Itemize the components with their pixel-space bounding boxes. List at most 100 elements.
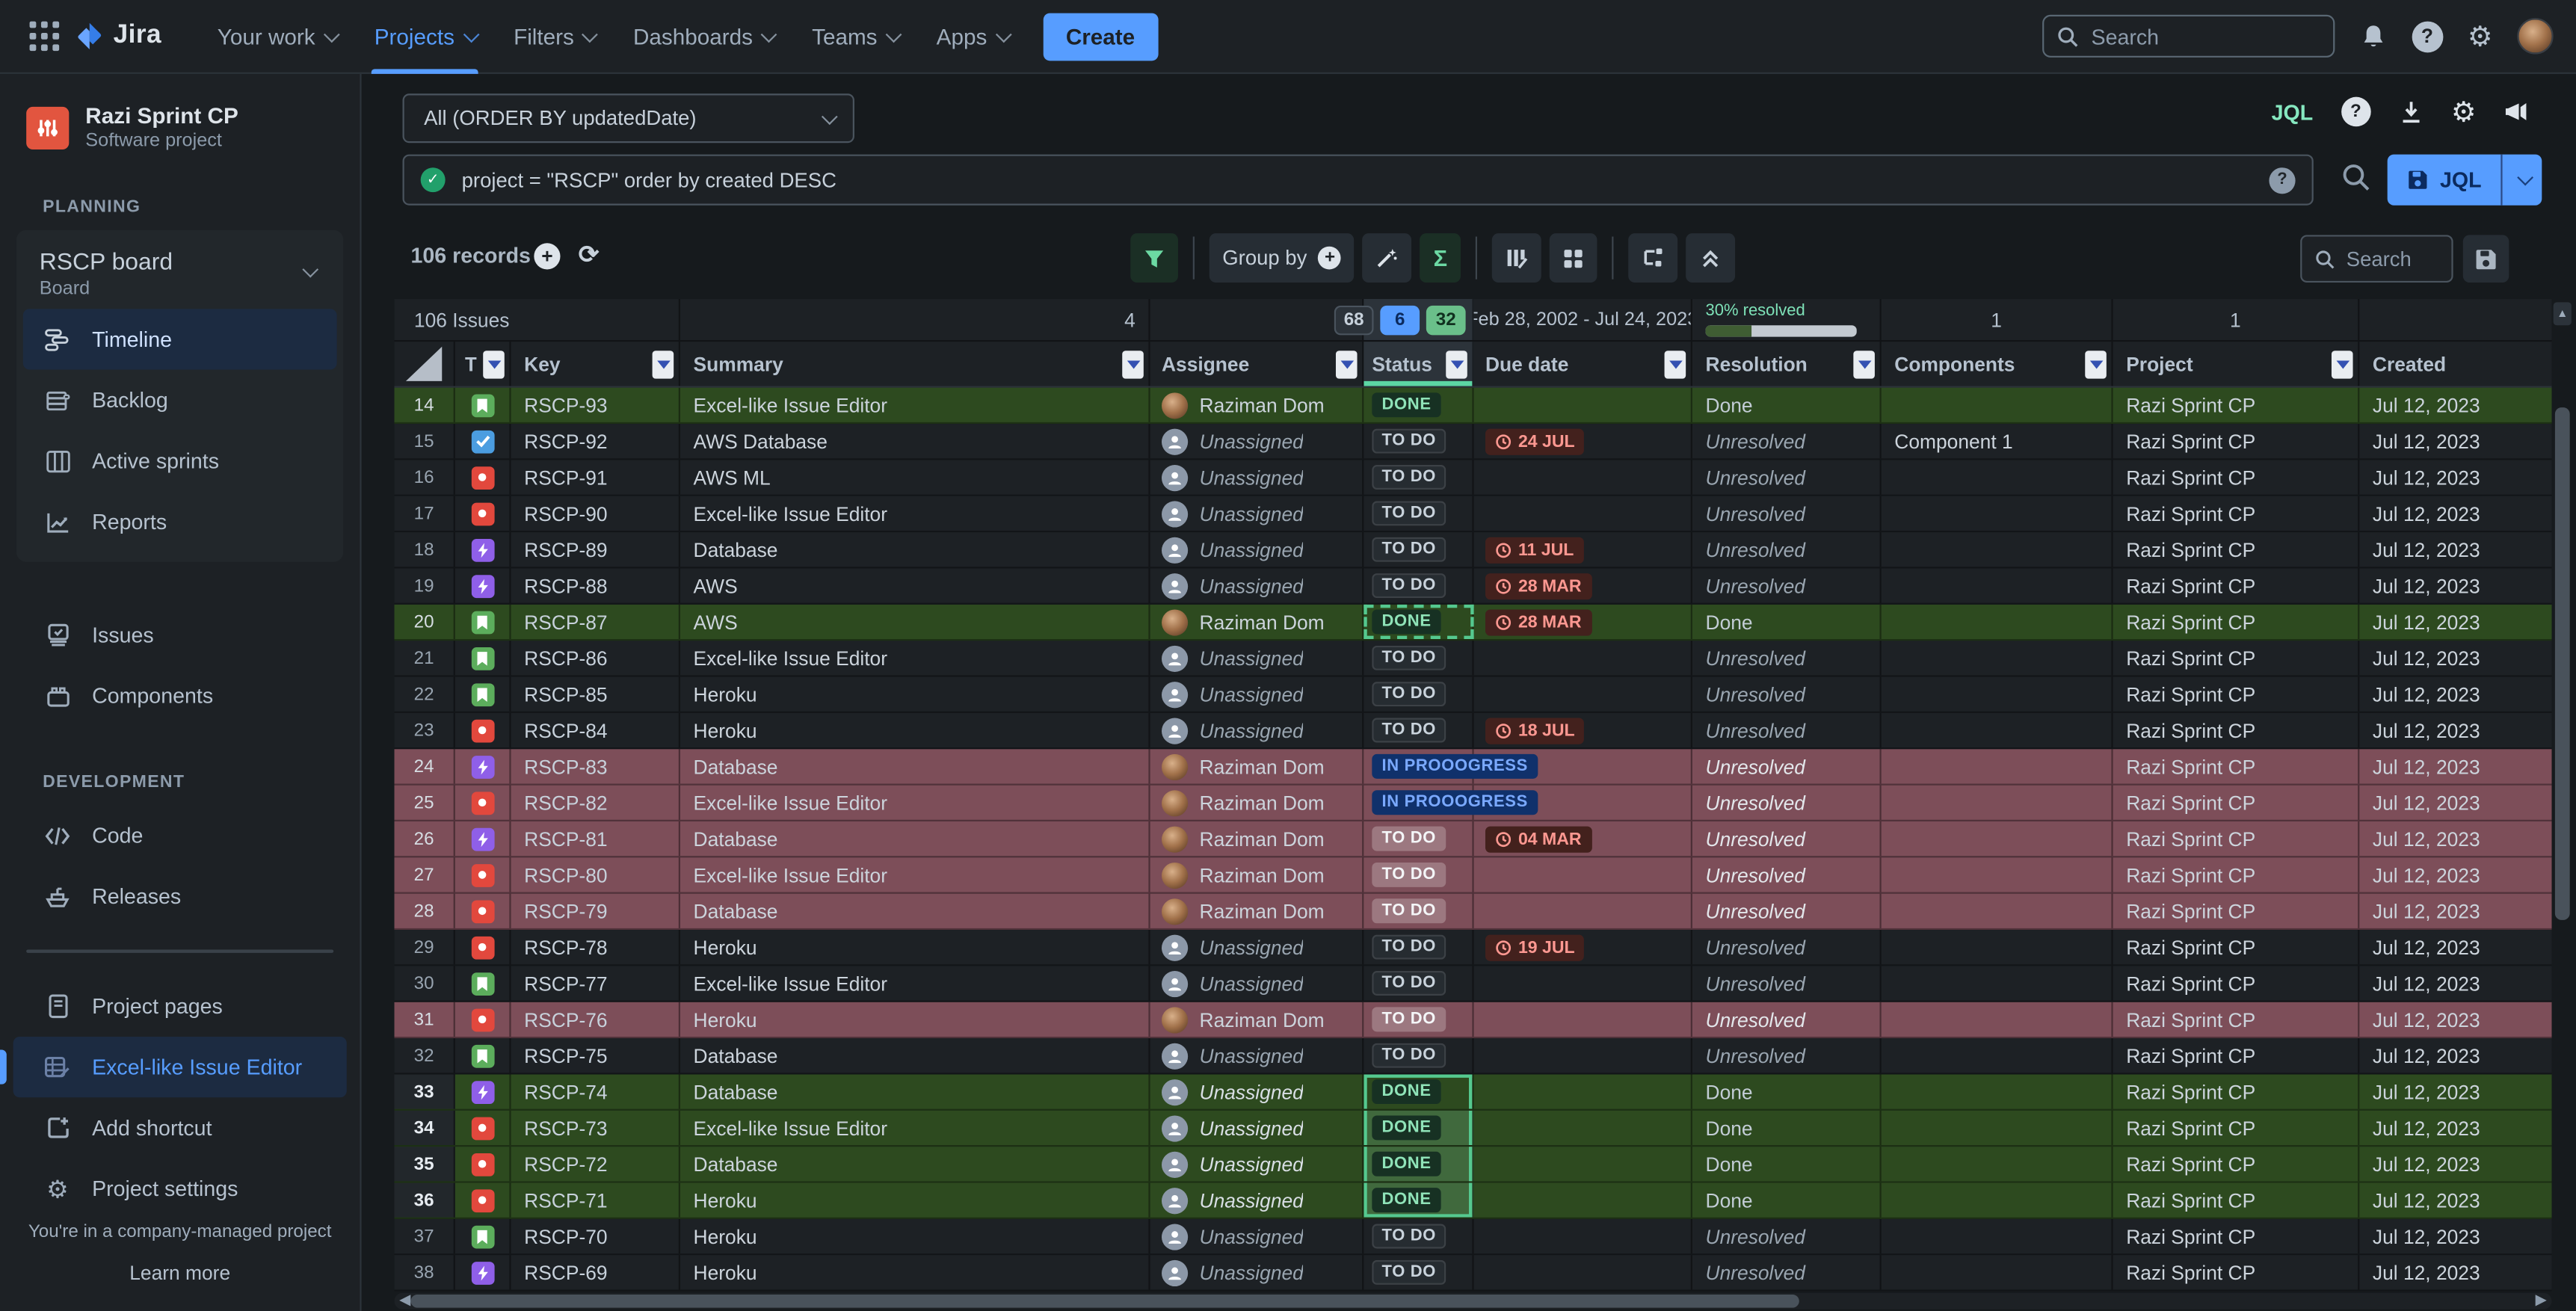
cell-created[interactable]: Jul 12, 2023 xyxy=(2359,460,2551,494)
cell-project[interactable]: Razi Sprint CP xyxy=(2113,388,2360,422)
cell-due-date[interactable] xyxy=(1474,1219,1692,1253)
cell-due-date[interactable]: 24 JUL xyxy=(1474,424,1692,458)
app-switcher-icon[interactable] xyxy=(30,22,60,52)
column-header-key[interactable]: Key xyxy=(511,342,680,386)
cell-assignee[interactable]: Unassigned xyxy=(1150,1074,1364,1108)
cell-status[interactable]: DONE xyxy=(1364,1074,1473,1108)
cell-key[interactable]: RSCP-84 xyxy=(511,713,680,747)
cell-components[interactable] xyxy=(1882,713,2113,747)
cell-due-date[interactable] xyxy=(1474,1002,1692,1037)
cell-resolution[interactable]: Done xyxy=(1692,1183,1882,1218)
row-number[interactable]: 30 xyxy=(395,966,455,1000)
refresh-icon[interactable]: ⟳ xyxy=(579,240,600,270)
cell-created[interactable]: Jul 12, 2023 xyxy=(2359,1111,2551,1145)
jql-help-icon[interactable]: ? xyxy=(2269,167,2295,193)
cell-key[interactable]: RSCP-74 xyxy=(511,1074,680,1108)
cell-project[interactable]: Razi Sprint CP xyxy=(2113,749,2360,783)
cell-resolution[interactable]: Unresolved xyxy=(1692,786,1882,820)
cell-summary[interactable]: Heroku xyxy=(680,713,1150,747)
cell-status[interactable]: DONE xyxy=(1364,1147,1473,1181)
cell-issue-type[interactable] xyxy=(455,930,511,964)
sidebar-item-add-shortcut[interactable]: Add shortcut xyxy=(0,1097,360,1158)
cell-issue-type[interactable] xyxy=(455,1255,511,1289)
cell-resolution[interactable]: Unresolved xyxy=(1692,460,1882,494)
vertical-scrollbar-thumb[interactable] xyxy=(2555,407,2570,920)
cell-components[interactable] xyxy=(1882,749,2113,783)
row-number[interactable]: 35 xyxy=(395,1147,455,1181)
cell-assignee[interactable]: Raziman Dom xyxy=(1150,749,1364,783)
cell-key[interactable]: RSCP-89 xyxy=(511,532,680,567)
cell-due-date[interactable]: 04 MAR xyxy=(1474,821,1692,856)
cell-created[interactable]: Jul 12, 2023 xyxy=(2359,569,2551,603)
cell-created[interactable]: Jul 12, 2023 xyxy=(2359,786,2551,820)
sidebar-item-timeline[interactable]: Timeline xyxy=(23,309,337,369)
megaphone-icon[interactable] xyxy=(2504,100,2530,123)
board-switcher[interactable]: RSCP board Board xyxy=(23,237,337,309)
cell-key[interactable]: RSCP-86 xyxy=(511,641,680,675)
cell-status[interactable]: TO DO xyxy=(1364,821,1473,856)
row-number[interactable]: 24 xyxy=(395,749,455,783)
cell-status[interactable]: IN PROOOGRESS xyxy=(1364,786,1473,820)
row-number[interactable]: 36 xyxy=(395,1183,455,1218)
cell-status[interactable]: TO DO xyxy=(1364,894,1473,928)
row-number[interactable]: 18 xyxy=(395,532,455,567)
cell-due-date[interactable] xyxy=(1474,1255,1692,1289)
cell-status[interactable]: TO DO xyxy=(1364,713,1473,747)
cell-assignee[interactable]: Unassigned xyxy=(1150,569,1364,603)
cell-components[interactable] xyxy=(1882,1111,2113,1145)
cell-summary[interactable]: AWS xyxy=(680,605,1150,639)
column-header-project[interactable]: Project xyxy=(2113,342,2360,386)
cell-components[interactable] xyxy=(1882,532,2113,567)
cell-key[interactable]: RSCP-71 xyxy=(511,1183,680,1218)
vertical-scrollbar[interactable]: ▲ xyxy=(2554,299,2572,1293)
cell-summary[interactable]: Excel-like Issue Editor xyxy=(680,786,1150,820)
cell-project[interactable]: Razi Sprint CP xyxy=(2113,1038,2360,1073)
cell-status[interactable]: IN PROOOGRESS xyxy=(1364,749,1473,783)
cell-project[interactable]: Razi Sprint CP xyxy=(2113,1111,2360,1145)
row-number[interactable]: 20 xyxy=(395,605,455,639)
cell-assignee[interactable]: Raziman Dom xyxy=(1150,388,1364,422)
help-icon[interactable]: ? xyxy=(2412,20,2443,52)
cell-key[interactable]: RSCP-81 xyxy=(511,821,680,856)
cell-issue-type[interactable] xyxy=(455,713,511,747)
filter-dropdown-icon[interactable] xyxy=(1122,350,1144,377)
cell-resolution[interactable]: Unresolved xyxy=(1692,713,1882,747)
cell-key[interactable]: RSCP-93 xyxy=(511,388,680,422)
jql-query-bar[interactable]: ✓ project = "RSCP" order by created DESC… xyxy=(403,155,2314,206)
cell-due-date[interactable] xyxy=(1474,641,1692,675)
cell-resolution[interactable]: Done xyxy=(1692,388,1882,422)
cell-key[interactable]: RSCP-79 xyxy=(511,894,680,928)
filter-dropdown-icon[interactable] xyxy=(653,350,674,377)
cell-issue-type[interactable] xyxy=(455,857,511,892)
cell-project[interactable]: Razi Sprint CP xyxy=(2113,857,2360,892)
menu-apps[interactable]: Apps xyxy=(916,0,1026,73)
cell-assignee[interactable]: Unassigned xyxy=(1150,713,1364,747)
cell-issue-type[interactable] xyxy=(455,532,511,567)
row-number[interactable]: 26 xyxy=(395,821,455,856)
cell-key[interactable]: RSCP-69 xyxy=(511,1255,680,1289)
cell-issue-type[interactable] xyxy=(455,1219,511,1253)
cell-components[interactable] xyxy=(1882,930,2113,964)
cell-summary[interactable]: Excel-like Issue Editor xyxy=(680,1111,1150,1145)
cell-summary[interactable]: AWS xyxy=(680,569,1150,603)
row-number[interactable]: 21 xyxy=(395,641,455,675)
cell-components[interactable] xyxy=(1882,1002,2113,1037)
row-number[interactable]: 31 xyxy=(395,1002,455,1037)
cell-resolution[interactable]: Unresolved xyxy=(1692,641,1882,675)
sidebar-item-releases[interactable]: Releases xyxy=(0,866,360,926)
cell-status[interactable]: TO DO xyxy=(1364,460,1473,494)
cell-project[interactable]: Razi Sprint CP xyxy=(2113,1074,2360,1108)
settings-gear-icon[interactable]: ⚙ xyxy=(2468,22,2493,50)
cell-status[interactable]: TO DO xyxy=(1364,532,1473,567)
cell-status[interactable]: TO DO xyxy=(1364,1002,1473,1037)
gear-icon[interactable]: ⚙ xyxy=(2451,98,2477,126)
cell-issue-type[interactable] xyxy=(455,1183,511,1218)
row-number[interactable]: 17 xyxy=(395,496,455,531)
cell-assignee[interactable]: Unassigned xyxy=(1150,496,1364,531)
cell-due-date[interactable] xyxy=(1474,1183,1692,1218)
row-number[interactable]: 33 xyxy=(395,1074,455,1108)
cell-project[interactable]: Razi Sprint CP xyxy=(2113,821,2360,856)
cell-assignee[interactable]: Unassigned xyxy=(1150,1183,1364,1218)
cell-summary[interactable]: Heroku xyxy=(680,1183,1150,1218)
cell-summary[interactable]: Database xyxy=(680,1147,1150,1181)
